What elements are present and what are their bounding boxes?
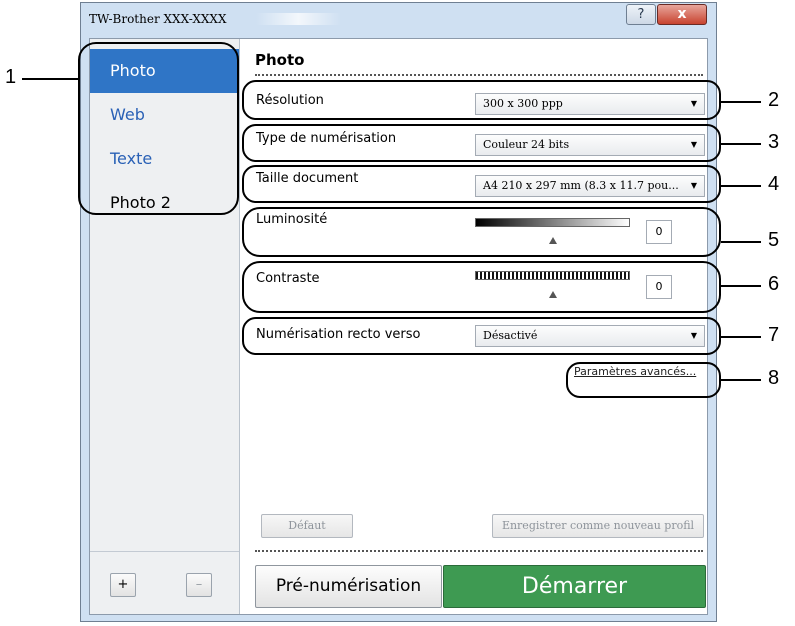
callout-leader-8 <box>721 379 761 381</box>
callout-leader-4 <box>721 185 761 187</box>
callout-outline-2 <box>242 80 721 120</box>
close-button[interactable]: x <box>657 4 707 25</box>
callout-outline-6 <box>242 261 721 313</box>
save-new-profile-button[interactable]: Enregistrer comme nouveau profil <box>492 514 704 538</box>
window-title: TW-Brother XXX-XXXX <box>89 12 227 26</box>
callout-leader-3 <box>721 143 761 145</box>
prescan-button[interactable]: Pré-numérisation <box>255 565 442 608</box>
sidebar-separator <box>90 551 239 552</box>
title-bar: TW-Brother XXX-XXXX ? x <box>81 3 716 37</box>
callout-outline-7 <box>242 317 721 355</box>
callout-leader-6 <box>721 285 761 287</box>
callout-outline-1 <box>78 42 239 215</box>
default-button[interactable]: Défaut <box>261 514 353 538</box>
callout-leader-1 <box>22 78 79 80</box>
title-blur <box>256 13 341 25</box>
callout-outline-8 <box>566 362 721 398</box>
page-title: Photo <box>255 51 305 69</box>
callout-number-2: 2 <box>768 89 780 111</box>
help-button[interactable]: ? <box>626 4 656 25</box>
callout-leader-2 <box>721 101 761 103</box>
callout-number-4: 4 <box>768 173 780 195</box>
callout-number-5: 5 <box>768 229 780 251</box>
callout-leader-5 <box>721 241 761 243</box>
callout-outline-4 <box>242 165 721 203</box>
callout-number-3: 3 <box>768 131 780 153</box>
callout-number-7: 7 <box>768 324 780 346</box>
callout-number-1: 1 <box>5 66 17 88</box>
callout-outline-3 <box>242 124 721 162</box>
callout-outline-5 <box>242 207 721 257</box>
callout-number-8: 8 <box>768 367 780 389</box>
start-button[interactable]: Démarrer <box>443 565 706 608</box>
add-profile-button[interactable]: + <box>110 573 136 597</box>
title-divider <box>255 74 703 76</box>
remove-profile-button[interactable]: – <box>186 573 212 597</box>
bottom-divider <box>255 550 703 552</box>
callout-number-6: 6 <box>768 273 780 295</box>
callout-leader-7 <box>721 336 761 338</box>
